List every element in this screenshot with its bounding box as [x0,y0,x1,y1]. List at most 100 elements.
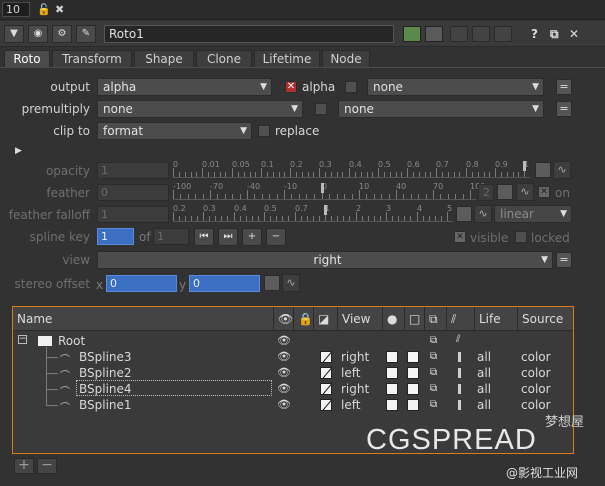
root-blend-icon[interactable]: ⧉ [430,335,437,346]
tree-root-label[interactable]: Root [58,333,85,349]
opacity-anim-button[interactable] [535,162,551,178]
stereo-anim-button[interactable] [264,275,280,291]
redo-icon[interactable] [472,26,490,42]
feather-falloff-slider[interactable]: 0.2 0.3 0.4 0.5 0.7 1 2 3 4 5 [173,204,453,222]
tree-item-view[interactable]: left [341,365,360,381]
item-visible-eye-icon[interactable]: 👁 [277,366,291,379]
tool-icon[interactable]: ✎ [76,25,96,43]
item-visible-eye-icon[interactable]: 👁 [277,398,291,411]
item-visible-eye-icon[interactable]: 👁 [277,350,291,363]
output-link-button[interactable]: = [556,79,572,95]
item-color-swatch[interactable] [386,351,398,363]
feather-falloff-field[interactable]: 1 [97,206,169,223]
add-shape-button[interactable]: + [14,458,34,474]
visible-checkbox[interactable]: ✕ [454,231,466,243]
column-life[interactable]: Life [474,307,517,331]
next-key-icon[interactable]: ⏭ [218,228,238,246]
premultiply-link-button[interactable]: = [556,101,572,117]
feather-on-checkbox[interactable]: ✕ [538,186,550,198]
tab-transform[interactable]: Transform [52,50,132,68]
tree-item-view[interactable]: right [341,381,369,397]
feather-field[interactable]: 0 [97,184,169,201]
help-icon[interactable]: ? [531,27,538,41]
tab-clone[interactable]: Clone [196,50,252,68]
tab-lifetime[interactable]: Lifetime [254,50,320,68]
column-source[interactable]: Source [517,307,573,331]
locked-checkbox[interactable] [515,231,527,243]
slider-handle[interactable] [324,205,327,215]
spline-key-field[interactable]: 1 [97,228,134,245]
undo-icon[interactable] [450,26,468,42]
tree-item-name[interactable]: BSpline2 [79,365,132,381]
root-motionblur-icon[interactable]: ⫽ [456,334,460,345]
item-invert-icon[interactable] [320,383,332,395]
falloff-anim-button[interactable] [456,206,472,222]
view-dropdown[interactable]: right ▼ [97,251,553,269]
output-second-dropdown[interactable]: none ▼ [367,78,544,96]
premultiply-dropdown[interactable]: none ▼ [97,100,303,118]
item-motionblur-bar[interactable] [458,352,461,362]
item-blend-icon[interactable]: ⧉ [430,383,437,394]
slider-handle[interactable] [321,183,324,193]
item-invert-icon[interactable] [320,367,332,379]
column-view[interactable]: View [337,307,382,331]
item-overlay-swatch[interactable] [407,351,419,363]
column-motionblur-icon[interactable]: ⫽ [446,307,474,331]
tree-item-source[interactable]: color [521,365,551,381]
replace-checkbox[interactable] [258,125,270,137]
tab-shape[interactable]: Shape [134,50,194,68]
clip-to-dropdown[interactable]: format ▼ [97,122,252,140]
node-name-field[interactable]: Roto1 [104,25,394,43]
stereo-y-field[interactable]: 0 [189,275,260,292]
feather-slider[interactable]: -100-70-40-100104070100 [173,182,485,200]
tree-item-view[interactable]: left [341,397,360,413]
item-blend-icon[interactable]: ⧉ [430,367,437,378]
lock-icon[interactable]: 🔓 [37,3,51,16]
item-invert-icon[interactable] [320,351,332,363]
float-icon[interactable]: ⧉ [550,27,559,42]
color-green-swatch[interactable] [403,26,421,42]
premultiply-checkbox[interactable] [315,103,327,115]
tree-item-name[interactable]: BSpline3 [79,349,132,365]
tree-item-life[interactable]: all [477,349,491,365]
item-visible-eye-icon[interactable]: 👁 [277,382,291,395]
tree-item-life[interactable]: all [477,381,491,397]
output-extra-checkbox[interactable] [345,81,357,93]
item-invert-icon[interactable] [320,399,332,411]
column-invert-icon[interactable]: ◪ [313,307,337,331]
item-overlay-swatch[interactable] [407,383,419,395]
column-visible-eye-icon[interactable]: 👁 [273,307,293,331]
close-panel-icon[interactable]: ✕ [569,27,579,41]
feather-count[interactable]: 2 [478,184,494,201]
item-motionblur-bar[interactable] [458,400,461,410]
item-color-swatch[interactable] [386,383,398,395]
premultiply-second-dropdown[interactable]: none ▼ [338,100,544,118]
item-motionblur-bar[interactable] [458,384,461,394]
add-key-icon[interactable]: + [242,228,262,246]
settings-icon[interactable]: ⚙ [52,25,72,43]
feather-curve-icon[interactable]: ∿ [516,183,534,201]
feather-anim-button[interactable] [497,184,513,200]
remove-key-icon[interactable]: − [266,228,286,246]
falloff-mode-dropdown[interactable]: linear ▼ [494,205,572,223]
item-blend-icon[interactable]: ⧉ [430,351,437,362]
frame-number-field[interactable]: 10 [2,2,30,17]
expand-arrow-icon[interactable]: ▶ [15,146,22,156]
stereo-x-field[interactable]: 0 [106,275,177,292]
alpha-checkbox[interactable]: ✕ [285,81,297,93]
opacity-field[interactable]: 1 [97,162,169,179]
output-dropdown[interactable]: alpha ▼ [97,78,272,96]
tab-roto[interactable]: Roto [4,50,50,68]
item-blend-icon[interactable]: ⧉ [430,399,437,410]
column-name[interactable]: Name [13,307,273,331]
column-color-icon[interactable]: ● [382,307,404,331]
falloff-curve-icon[interactable]: ∿ [474,205,492,223]
close-icon[interactable]: ✖ [55,3,64,16]
column-blend-icon[interactable]: ⧉ [424,307,446,331]
remove-shape-button[interactable]: − [37,458,57,474]
tree-item-view[interactable]: right [341,349,369,365]
prev-key-icon[interactable]: ⏮ [194,228,214,246]
tree-item-life[interactable]: all [477,365,491,381]
column-lock-icon[interactable]: 🔒 [293,307,313,331]
revert-icon[interactable] [494,26,512,42]
